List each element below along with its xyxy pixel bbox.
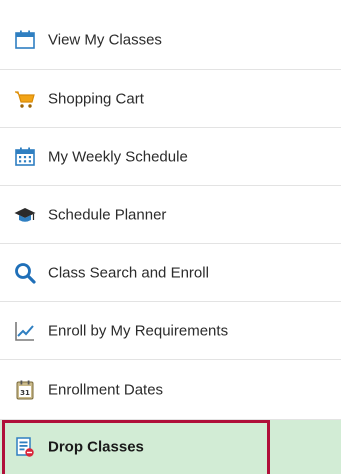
graduation-cap-icon bbox=[13, 203, 37, 227]
calendar-date-icon: 31 bbox=[13, 378, 37, 402]
nav-item-enrollment-dates[interactable]: 31 Enrollment Dates bbox=[0, 360, 341, 420]
nav-item-label: My Weekly Schedule bbox=[48, 148, 188, 165]
svg-text:31: 31 bbox=[20, 389, 30, 397]
nav-item-label: Class Search and Enroll bbox=[48, 264, 209, 281]
nav-item-label: View My Classes bbox=[48, 31, 162, 48]
nav-item-view-my-classes[interactable]: View My Classes bbox=[0, 10, 341, 70]
nav-item-label: Shopping Cart bbox=[48, 90, 144, 107]
nav-item-label: Enrollment Dates bbox=[48, 381, 164, 398]
shopping-cart-icon bbox=[13, 87, 37, 111]
nav-item-label: Drop Classes bbox=[48, 438, 144, 456]
nav-item-drop-classes[interactable]: Drop Classes bbox=[0, 420, 341, 474]
nav-item-class-search-and-enroll[interactable]: Class Search and Enroll bbox=[0, 244, 341, 302]
nav-item-shopping-cart[interactable]: Shopping Cart bbox=[0, 70, 341, 128]
drop-list-icon bbox=[13, 435, 37, 459]
nav-item-schedule-planner[interactable]: Schedule Planner bbox=[0, 186, 341, 244]
enrollment-nav-menu: View My Classes Shopping Cart My Weekly … bbox=[0, 0, 341, 474]
line-chart-icon bbox=[13, 319, 37, 343]
nav-item-enroll-by-my-requirements[interactable]: Enroll by My Requirements bbox=[0, 302, 341, 360]
weekly-calendar-icon bbox=[13, 145, 37, 169]
nav-item-label: Schedule Planner bbox=[48, 206, 167, 223]
calendar-icon bbox=[13, 28, 37, 52]
nav-item-label: Enroll by My Requirements bbox=[48, 322, 229, 339]
nav-item-my-weekly-schedule[interactable]: My Weekly Schedule bbox=[0, 128, 341, 186]
search-icon bbox=[13, 261, 37, 285]
